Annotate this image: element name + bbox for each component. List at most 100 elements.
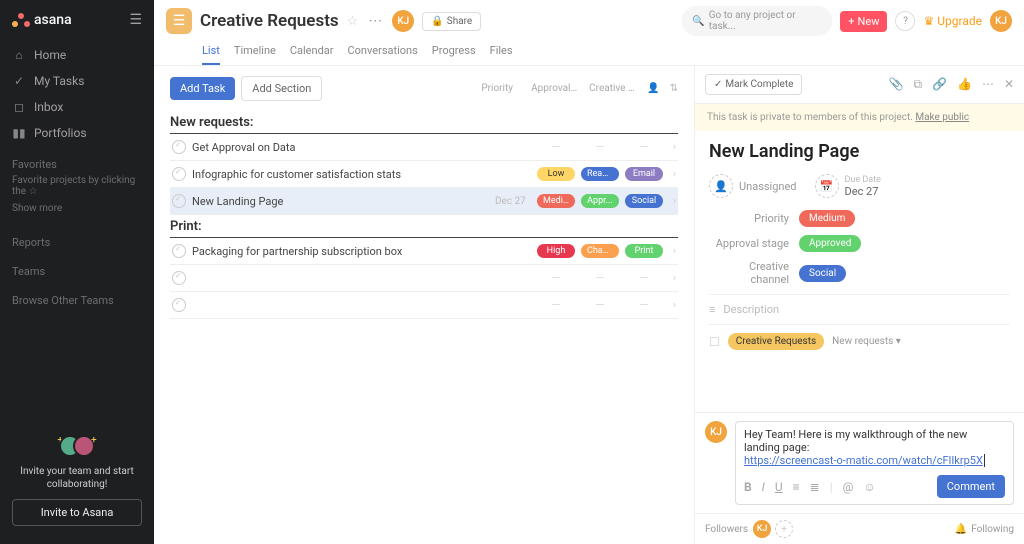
pill[interactable]: High [537,244,575,258]
star-icon[interactable]: ☆ [347,14,359,29]
sidebar-item-portfolios[interactable]: ▮▮Portfolios [8,120,146,146]
following-toggle[interactable]: 🔔 Following [955,524,1014,535]
column-header[interactable]: Priority [473,83,521,94]
open-caret-icon[interactable]: › [673,169,676,180]
pill[interactable]: Print [625,244,663,258]
open-caret-icon[interactable]: › [673,142,676,153]
pill[interactable]: Read... [581,167,619,181]
comment-button[interactable]: Comment [937,475,1005,498]
project-title[interactable]: Creative Requests [200,11,339,31]
add-task-button[interactable]: Add Task [170,77,235,100]
assignee-field[interactable]: 👤 Unassigned [709,174,797,198]
attachment-icon[interactable]: 📎 [889,77,904,92]
teams-header[interactable]: Teams [8,253,146,282]
subtask-icon[interactable]: ⧉ [913,77,922,92]
project-tags[interactable]: ☐ Creative Requests New requests ▾ [709,324,1010,358]
task-list: Add Task Add Section Priority Approval s… [154,66,694,544]
complete-check[interactable] [172,194,186,208]
column-header[interactable]: Creative ch... [589,83,637,94]
pill[interactable]: Chan... [581,244,619,258]
tab-conversations[interactable]: Conversations [348,40,418,65]
description-field[interactable]: ≡Description [709,294,1010,324]
add-follower-button[interactable]: + [775,520,793,538]
tab-progress[interactable]: Progress [432,40,476,65]
underline-icon[interactable]: U [775,480,783,494]
pill[interactable]: Medi... [537,194,575,208]
link-icon[interactable]: 🔗 [932,77,947,92]
project-menu-icon[interactable]: ⋯ [366,13,384,29]
pill[interactable]: Appr... [581,194,619,208]
task-row[interactable]: Get Approval on Data — — — › [170,134,678,161]
assignee-icon[interactable]: 👤 [647,83,659,94]
comment-avatar: KJ [705,421,727,443]
sort-icon[interactable]: ⇅ [670,83,678,94]
home-icon: ⌂ [12,48,26,62]
mark-complete-button[interactable]: ✓ Mark Complete [705,74,802,95]
close-icon[interactable]: ✕ [1004,77,1014,92]
browse-teams-link[interactable]: Browse Other Teams [8,282,146,311]
privacy-banner: This task is private to members of this … [695,104,1024,131]
task-row[interactable]: Infographic for customer satisfaction st… [170,161,678,188]
project-icon[interactable]: ☰ [166,8,192,34]
complete-check[interactable] [172,244,186,258]
sidebar-item-inbox[interactable]: ◻Inbox [8,94,146,120]
share-button[interactable]: 🔒Share [422,12,481,31]
list-icon[interactable]: ≡ [793,480,800,494]
task-row[interactable]: Packaging for partnership subscription b… [170,238,678,265]
section-header[interactable]: Print: [170,215,678,238]
tab-timeline[interactable]: Timeline [234,40,276,65]
more-icon[interactable]: ⋯ [982,77,994,92]
complete-check[interactable] [172,167,186,181]
sidebar-item-my-tasks[interactable]: ✓My Tasks [8,68,146,94]
due-date-field[interactable]: 📅 Due DateDec 27 [815,174,881,198]
section-header[interactable]: New requests: [170,111,678,134]
user-avatar[interactable]: KJ [990,10,1012,32]
follower-avatar[interactable]: KJ [753,520,771,538]
priority-pill[interactable]: Medium [799,210,855,227]
mention-icon[interactable]: @ [843,480,854,494]
channel-pill[interactable]: Social [799,265,846,282]
open-caret-icon[interactable]: › [673,300,676,311]
task-row[interactable]: — — — › [170,265,678,292]
emoji-icon[interactable]: ☺ [863,480,875,494]
invite-button[interactable]: Invite to Asana [12,499,142,526]
invite-text: Invite your team and start collaborating… [12,465,142,491]
open-caret-icon[interactable]: › [673,273,676,284]
complete-check[interactable] [172,140,186,154]
sidebar-collapse-icon[interactable]: ☰ [129,12,142,28]
column-header[interactable]: Approval st... [531,83,579,94]
upgrade-link[interactable]: ♛ Upgrade [923,14,982,28]
pill[interactable]: Social [625,194,663,208]
tab-calendar[interactable]: Calendar [290,40,334,65]
comment-input[interactable]: Hey Team! Here is my walkthrough of the … [735,421,1014,505]
complete-check[interactable] [172,298,186,312]
task-name: Packaging for partnership subscription b… [192,245,489,258]
italic-icon[interactable]: I [762,480,765,494]
member-avatar[interactable]: KJ [392,10,414,32]
new-button[interactable]: + New [840,11,887,32]
tab-list[interactable]: List [202,40,220,65]
task-title[interactable]: New Landing Page [709,141,1010,162]
tab-files[interactable]: Files [490,40,513,65]
complete-check[interactable] [172,271,186,285]
pill[interactable]: Email [625,167,663,181]
numlist-icon[interactable]: ≣ [810,480,820,494]
stage-pill[interactable]: Approved [799,235,861,252]
help-icon[interactable]: ? [895,11,915,31]
bold-icon[interactable]: B [744,480,752,494]
like-icon[interactable]: 👍 [957,77,972,92]
asana-logo[interactable]: asana [12,12,72,28]
reports-header[interactable]: Reports [8,224,146,253]
sidebar-item-home[interactable]: ⌂Home [8,42,146,68]
show-more-link[interactable]: Show more [8,199,146,224]
task-row[interactable]: New Landing Page Dec 27 Medi... Appr... … [170,188,678,215]
add-section-button[interactable]: Add Section [241,76,322,101]
open-caret-icon[interactable]: › [673,196,676,207]
open-caret-icon[interactable]: › [673,246,676,257]
search-input[interactable]: 🔍Go to any project or task... [682,6,832,36]
topbar: ☰ Creative Requests ☆ ⋯ KJ 🔒Share 🔍Go to… [154,0,1024,36]
make-public-link[interactable]: Make public [915,112,969,123]
pill[interactable]: Low [537,167,575,181]
calendar-icon: 📅 [815,174,839,198]
task-row[interactable]: — — — › [170,292,678,319]
